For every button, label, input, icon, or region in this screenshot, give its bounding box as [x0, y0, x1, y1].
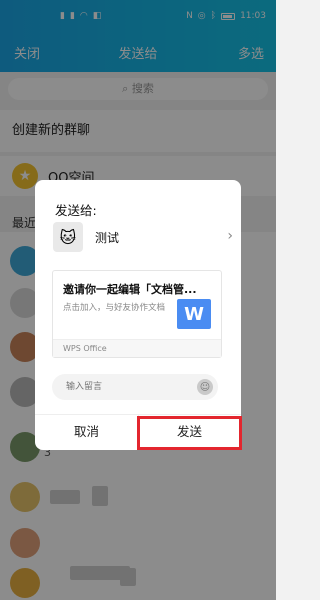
- card-description: 点击加入，与好友协作文档: [63, 303, 166, 313]
- chevron-right-icon: ›: [227, 228, 233, 244]
- card-title: 邀请你一起编辑「文档管...: [63, 283, 197, 296]
- highlight-box: [137, 416, 242, 450]
- recipient-avatar: 🐱: [53, 222, 83, 252]
- send-dialog: 发送给: 🐱 测试 › 邀请你一起编辑「文档管... 点击加入，与好友协作文档 …: [35, 180, 241, 450]
- wps-logo-icon: W: [177, 299, 211, 329]
- card-source: WPS Office: [53, 339, 221, 357]
- dialog-title: 发送给:: [55, 203, 97, 218]
- share-card[interactable]: 邀请你一起编辑「文档管... 点击加入，与好友协作文档 W WPS Office: [52, 270, 222, 358]
- recipient-name: 测试: [95, 230, 120, 245]
- recipient-row[interactable]: 🐱 测试 ›: [53, 220, 243, 254]
- cancel-button[interactable]: 取消: [35, 414, 138, 450]
- emoji-icon[interactable]: ☺: [197, 379, 213, 395]
- message-input[interactable]: [52, 374, 218, 400]
